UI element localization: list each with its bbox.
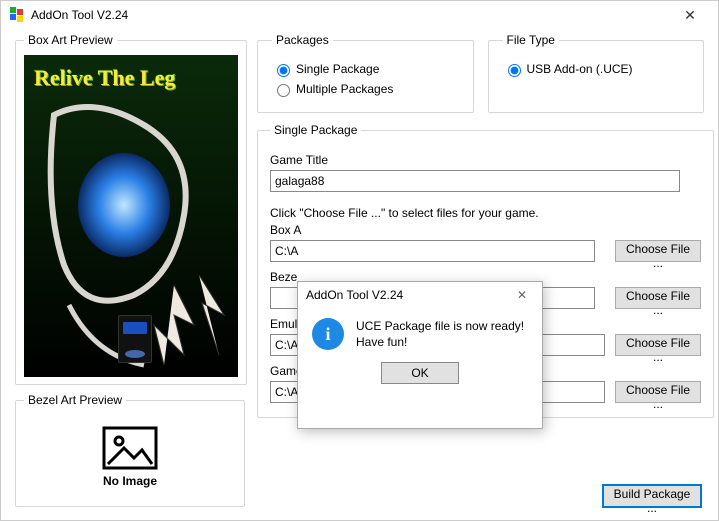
radio-uce[interactable]: USB Add-on (.UCE) xyxy=(503,61,690,77)
info-icon: i xyxy=(312,318,344,350)
app-icon xyxy=(9,7,25,23)
box-art-input[interactable] xyxy=(270,240,595,262)
dialog-titlebar: AddOn Tool V2.24 ✕ xyxy=(298,282,542,308)
radio-multiple-input[interactable] xyxy=(277,84,290,97)
build-package-button[interactable]: Build Package ... xyxy=(602,484,702,508)
choose-bezel-button[interactable]: Choose File ... xyxy=(615,287,701,309)
dialog-message: UCE Package file is now ready! Have fun! xyxy=(356,318,524,350)
choose-box-art-button[interactable]: Choose File ... xyxy=(615,240,701,262)
dialog-line2: Have fun! xyxy=(356,334,524,350)
box-art-legend: Box Art Preview xyxy=(24,33,117,47)
game-title-input[interactable] xyxy=(270,170,680,192)
window-body: Box Art Preview Relive The Leg Bezel A xyxy=(1,29,718,520)
radio-multiple-label: Multiple Packages xyxy=(296,82,393,96)
radio-single-input[interactable] xyxy=(277,64,290,77)
dialog-line1: UCE Package file is now ready! xyxy=(356,318,524,334)
game-title-label: Game Title xyxy=(270,153,701,167)
click-hint: Click "Choose File ..." to select files … xyxy=(270,206,701,220)
radio-uce-label: USB Add-on (.UCE) xyxy=(527,62,633,76)
choose-emulator-button[interactable]: Choose File ... xyxy=(615,334,701,356)
filetype-group: File Type USB Add-on (.UCE) xyxy=(488,33,705,113)
window-title: AddOn Tool V2.24 xyxy=(31,8,670,22)
packages-group: Packages Single Package Multiple Package… xyxy=(257,33,474,113)
dialog-close-button[interactable]: ✕ xyxy=(510,288,534,302)
choose-rom-button[interactable]: Choose File ... xyxy=(615,381,701,403)
titlebar: AddOn Tool V2.24 ✕ xyxy=(1,1,718,29)
bezel-art-legend: Bezel Art Preview xyxy=(24,393,126,407)
dialog-title: AddOn Tool V2.24 xyxy=(306,288,510,302)
info-dialog: AddOn Tool V2.24 ✕ i UCE Package file is… xyxy=(297,281,543,429)
box-art-label: Box A xyxy=(270,223,595,237)
box-art-preview: Box Art Preview Relive The Leg xyxy=(15,33,247,385)
single-legend: Single Package xyxy=(270,123,361,137)
box-art-image: Relive The Leg xyxy=(24,55,238,377)
packages-legend: Packages xyxy=(272,33,333,47)
no-image-icon xyxy=(102,426,158,470)
left-column: Box Art Preview Relive The Leg Bezel A xyxy=(15,33,245,507)
bezel-art-preview: Bezel Art Preview No Image xyxy=(15,393,245,507)
dialog-ok-button[interactable]: OK xyxy=(381,362,459,384)
filetype-legend: File Type xyxy=(503,33,559,47)
radio-single-label: Single Package xyxy=(296,62,379,76)
arcade-cabinet-icon xyxy=(118,315,152,363)
main-window: AddOn Tool V2.24 ✕ Box Art Preview Reliv… xyxy=(0,0,719,521)
no-image-label: No Image xyxy=(103,474,157,488)
radio-uce-input[interactable] xyxy=(508,64,521,77)
radio-multiple-packages[interactable]: Multiple Packages xyxy=(272,81,459,97)
close-button[interactable]: ✕ xyxy=(670,1,710,29)
radio-single-package[interactable]: Single Package xyxy=(272,61,459,77)
